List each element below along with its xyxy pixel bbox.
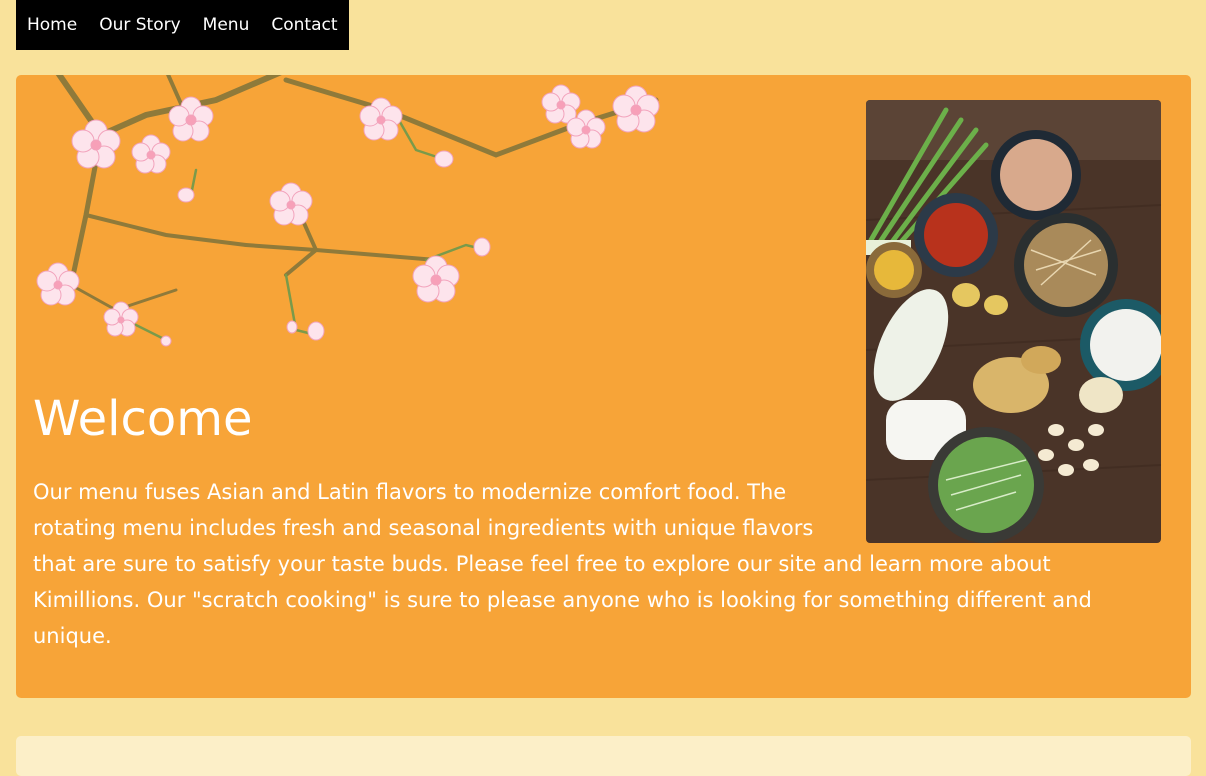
nav-contact-link[interactable]: Contact [271,0,337,50]
welcome-section: Welcome Our menu fuses Asian and Latin f… [16,75,1191,698]
main-nav: Home Our Story Menu Contact [16,0,349,50]
nav-our-story-link[interactable]: Our Story [99,0,180,50]
welcome-text-container: Our menu fuses Asian and Latin flavors t… [33,474,1143,654]
next-section-panel [16,736,1191,776]
photo-spacer [843,474,1143,544]
nav-home-link[interactable]: Home [27,0,77,50]
welcome-heading: Welcome [33,391,253,447]
cherry-blossom-branch-image [36,75,660,347]
nav-menu-link[interactable]: Menu [203,0,250,50]
